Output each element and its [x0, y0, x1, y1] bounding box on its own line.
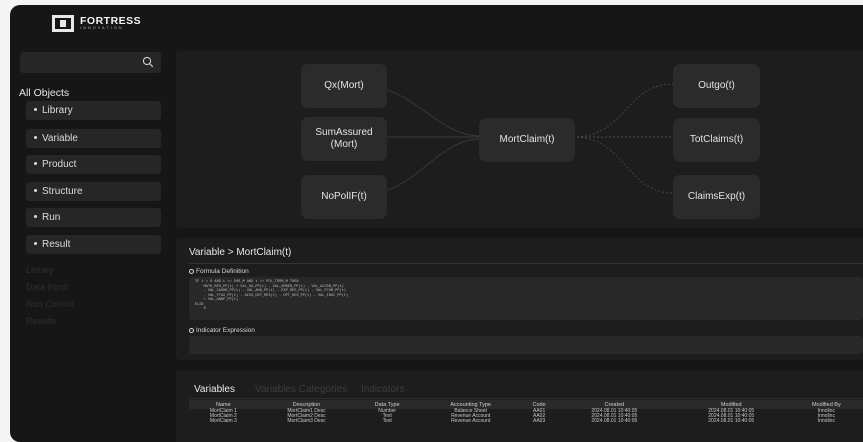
table-cell: AA03 — [533, 418, 546, 424]
sidebar-subitem-library[interactable]: Library — [26, 265, 54, 275]
edge-mortclaim-to-claimsexp — [572, 136, 674, 194]
brand-name: FORTRESS — [80, 14, 142, 27]
app-window: FORTRESS INNOVATION All Objects Library … — [10, 5, 863, 442]
tab-variables-categories[interactable]: Variables Categories — [255, 384, 347, 395]
sidebar-item-product[interactable]: Product — [26, 155, 161, 174]
sidebar-subitem-data-input[interactable]: Data Input — [26, 282, 68, 292]
search-input[interactable] — [20, 52, 161, 73]
table-cell: MortClaim 3 — [209, 418, 237, 424]
brand-logo[interactable]: FORTRESS INNOVATION — [52, 15, 141, 32]
indicator-expression-label[interactable]: Indicator Expression — [189, 327, 255, 334]
bullet-icon — [34, 188, 37, 192]
bullet-icon — [34, 161, 37, 165]
bullet-icon — [34, 241, 37, 245]
sidebar-item-variable[interactable]: Variable — [26, 129, 161, 148]
formula-definition-label[interactable]: Formula Definition — [189, 268, 249, 275]
bullet-icon — [34, 135, 37, 139]
dependency-diagram: Qx(Mort) SumAssured (Mort) NoPolIF(t) Mo… — [176, 51, 863, 228]
node-outgo[interactable]: Outgo(t) — [673, 64, 760, 108]
sidebar-item-library[interactable]: Library — [26, 101, 161, 120]
table-cell: Innolinc — [817, 418, 835, 424]
variables-table: Name Description Data Type Accounting Ty… — [189, 400, 863, 424]
node-qx-mort[interactable]: Qx(Mort) — [301, 64, 387, 108]
tab-indicators[interactable]: Indicators — [361, 384, 404, 395]
edge-mortclaim-to-outgo — [572, 83, 674, 138]
table-row[interactable]: MortClaim 3 MortClaim3 Desc Text Revenue… — [189, 419, 863, 424]
sidebar-subitem-run-control[interactable]: Run Control — [26, 299, 74, 309]
node-nopolif[interactable]: NoPolIF(t) — [301, 175, 387, 219]
radio-icon[interactable] — [189, 268, 194, 274]
variables-panel: Variables Variables Categories Indicator… — [176, 370, 863, 442]
radio-icon[interactable] — [189, 327, 194, 333]
formula-editor[interactable]: IF t > 0 AND t <= DUR_M AND t <= POL_TER… — [189, 277, 863, 320]
table-cell: Text — [382, 418, 392, 424]
node-totclaims[interactable]: TotClaims(t) — [673, 118, 760, 162]
variable-detail-panel: Variable > MortClaim(t) Formula Definiti… — [176, 238, 863, 360]
formula-line: 0 — [195, 307, 206, 311]
sidebar-item-run[interactable]: Run — [26, 208, 161, 227]
divider — [189, 398, 863, 399]
brand-tagline: INNOVATION — [80, 26, 124, 31]
table-cell: Revenue Account — [451, 418, 491, 424]
divider — [189, 263, 863, 264]
table-cell: 2024.08.01 10:40:05 — [708, 418, 755, 424]
node-mortclaim[interactable]: MortClaim(t) — [479, 118, 575, 162]
tab-variables[interactable]: Variables — [194, 384, 235, 395]
sidebar-item-result[interactable]: Result — [26, 235, 161, 254]
indicator-expression-field[interactable] — [189, 336, 863, 354]
table-cell: MortClaim3 Desc — [287, 418, 326, 424]
bullet-icon — [34, 107, 37, 111]
sidebar-item-structure[interactable]: Structure — [26, 182, 161, 201]
search-icon[interactable] — [142, 56, 154, 68]
all-objects-heading: All Objects — [19, 87, 70, 99]
sidebar-subitem-results[interactable]: Results — [26, 316, 56, 326]
node-sumassured-mort[interactable]: SumAssured (Mort) — [301, 117, 387, 161]
bullet-icon — [34, 214, 37, 218]
table-cell: 2024.08.01 10:40:05 — [591, 418, 638, 424]
node-claimsexp[interactable]: ClaimsExp(t) — [673, 175, 760, 219]
breadcrumb: Variable > MortClaim(t) — [189, 247, 292, 258]
fortress-logo-icon — [52, 15, 74, 32]
